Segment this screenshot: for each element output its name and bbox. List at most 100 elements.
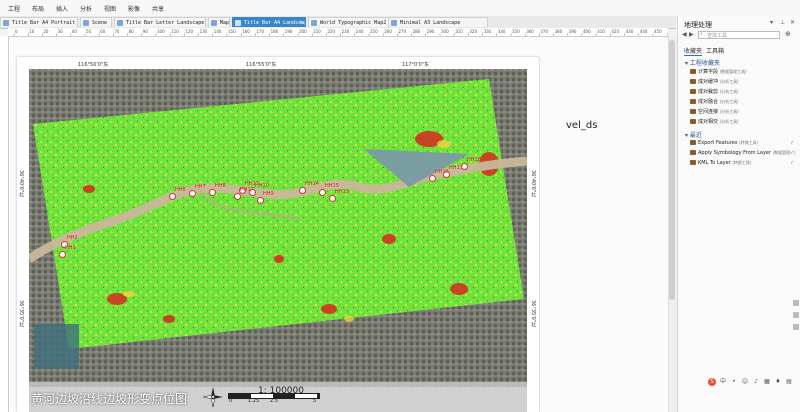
ime-logo-icon[interactable]: S (708, 378, 716, 386)
view-tab[interactable]: Title Bar Letter Landscape (114, 17, 206, 27)
tab-favorites[interactable]: 收藏夹 (684, 46, 703, 56)
menu-item[interactable]: 布局 (32, 4, 44, 13)
ruler-label: 260 (384, 29, 392, 34)
tool-item[interactable]: 成对裁剪 (分析工具) (690, 88, 739, 95)
toolbox-name: (转换工具) (732, 160, 752, 165)
deformation-point[interactable]: HH1 (59, 245, 76, 258)
ruler-label: 120 (185, 29, 193, 34)
deformation-point[interactable]: HH10 (249, 183, 269, 196)
ime-language-toggle[interactable]: 中 (719, 378, 727, 386)
marker-pin-icon (189, 190, 196, 197)
hammer-icon (690, 160, 696, 165)
ruler-label: 380 (555, 29, 563, 34)
tool-name: 成对裁剪 (698, 89, 719, 95)
menu-item[interactable]: 视图 (104, 4, 116, 13)
latitude-label: 36°40'0"北 (18, 170, 24, 198)
shirt-icon[interactable]: ♦ (774, 378, 782, 386)
ruler-ticks: 0 10 20 30 40 50 60 70 80 90 100 110 120 130 140 150 160… (13, 29, 676, 36)
toolbox-name: (分析工具) (719, 109, 739, 114)
layout-icon (117, 20, 123, 26)
hammer-icon (690, 119, 696, 124)
tool-item[interactable]: 空间连接 (分析工具) (690, 108, 739, 115)
map-title[interactable]: 黄河边坡沿线边坡形变点位图 (31, 390, 187, 407)
side-icon[interactable] (793, 312, 799, 318)
tool-item[interactable]: 成对缓冲 (分析工具) (690, 78, 739, 85)
tool-name: 计算字段 (698, 69, 719, 75)
ruler-label: 210 (313, 29, 321, 34)
section-recent[interactable]: ▾ 最近 (685, 130, 702, 139)
tab-label: Scene (92, 20, 108, 26)
ruler-label: 410 (597, 29, 605, 34)
side-icon[interactable] (793, 324, 799, 330)
ruler-label: 350 (512, 29, 520, 34)
ruler-label: 170 (256, 29, 264, 34)
legend-label[interactable]: vel_ds (566, 120, 597, 131)
tool-item[interactable]: 成对融合 (分析工具) (690, 98, 739, 105)
ruler-label: 340 (498, 29, 506, 34)
longitude-label: 116°50'0"东 (78, 62, 109, 68)
ruler-label: 430 (626, 29, 634, 34)
menu-item[interactable]: 共享 (152, 4, 164, 13)
ruler-label: 140 (214, 29, 222, 34)
deformation-point[interactable]: HH15 (319, 183, 339, 196)
tool-item[interactable]: KML To Layer (转换工具) (690, 160, 751, 166)
tool-name: Apply Symbology From Layer (698, 150, 772, 156)
menu-item[interactable]: 插入 (56, 4, 68, 13)
tool-item[interactable]: 成对相交 (分析工具) (690, 118, 739, 125)
view-tab[interactable]: Title Bar A4 Portrait (0, 17, 78, 27)
ruler-label: 130 (200, 29, 208, 34)
deformation-point[interactable]: HH11 (234, 187, 254, 200)
toolbox-name: (分析工具) (719, 79, 739, 84)
marker-pin-icon (234, 193, 241, 200)
toolbox-name: (分析工具) (719, 89, 739, 94)
tool-item[interactable]: 计算字段 (数据管理工具) (690, 68, 747, 75)
scrollbar-thumb[interactable] (669, 40, 675, 300)
marker-label: HH6 (175, 187, 186, 193)
ruler-label: 310 (455, 29, 463, 34)
deformation-point[interactable]: HH6 (169, 187, 186, 200)
layout-icon (311, 20, 317, 26)
add-icon[interactable]: ⊕ (785, 30, 791, 38)
tool-item[interactable]: Export Features (转换工具) (690, 140, 758, 146)
deformation-point[interactable]: HH14 (299, 181, 319, 194)
pane-close-icon[interactable]: ✕ (790, 19, 795, 26)
map-frame[interactable]: HH18 HH17 HH16 HH15 HH14 HH13 HH12 HH11 HH10 HH9 H… (29, 69, 527, 387)
ruler-label: 0 (15, 29, 18, 34)
ruler-label: 390 (569, 29, 577, 34)
horizontal-ruler: 0 10 20 30 40 50 60 70 80 90 100 110 120 130 140 150 160… (8, 28, 676, 37)
ruler-label: 180 (271, 29, 279, 34)
microphone-icon[interactable]: ♪ (752, 378, 760, 386)
view-tab[interactable]: Minimal A3 Landscape (388, 17, 488, 27)
pane-pin-icon[interactable]: ⊥ (780, 19, 785, 26)
marker-label: HH16 (435, 169, 449, 175)
forward-arrow-icon[interactable]: ▶ (689, 31, 694, 38)
view-tab[interactable]: Scene (80, 17, 112, 27)
pane-options-icon[interactable]: ▾ (770, 19, 773, 26)
marker-pin-icon (299, 187, 306, 194)
punctuation-icon[interactable]: • (730, 378, 738, 386)
tool-item[interactable]: Apply Symbology From Layer (数据管理…) (690, 150, 796, 156)
grid-icon[interactable]: ▤ (785, 378, 793, 386)
keyboard-icon[interactable]: ▦ (763, 378, 771, 386)
menu-item[interactable]: 影像 (128, 4, 140, 13)
menu-item[interactable]: 工程 (8, 4, 20, 13)
deformation-point[interactable]: HH7 (189, 184, 206, 197)
layout-icon (235, 20, 241, 26)
menu-item[interactable]: 分析 (80, 4, 92, 13)
tab-toolbox[interactable]: 工具箱 (706, 46, 724, 55)
deformation-point[interactable]: HH9 (257, 191, 274, 204)
close-tab-icon[interactable]: × (299, 18, 303, 27)
north-arrow-icon[interactable] (202, 386, 224, 408)
emoji-icon[interactable]: ☺ (741, 378, 749, 386)
deformation-point[interactable]: HH16 (429, 169, 449, 182)
side-icon[interactable] (793, 300, 799, 306)
view-tab[interactable]: Title Bar A4 Landscape × (232, 17, 306, 27)
deformation-point[interactable]: HH13 (329, 189, 349, 202)
deformation-point[interactable]: HH8 (209, 183, 226, 196)
back-arrow-icon[interactable]: ◀ (682, 31, 687, 38)
section-project-favorites[interactable]: ▾ 工程收藏夹 (685, 58, 720, 67)
section-label: 最近 (689, 132, 702, 139)
view-tab[interactable]: Map (208, 17, 230, 27)
search-input[interactable]: 查找工具 (698, 31, 780, 39)
ruler-label: 420 (611, 29, 619, 34)
